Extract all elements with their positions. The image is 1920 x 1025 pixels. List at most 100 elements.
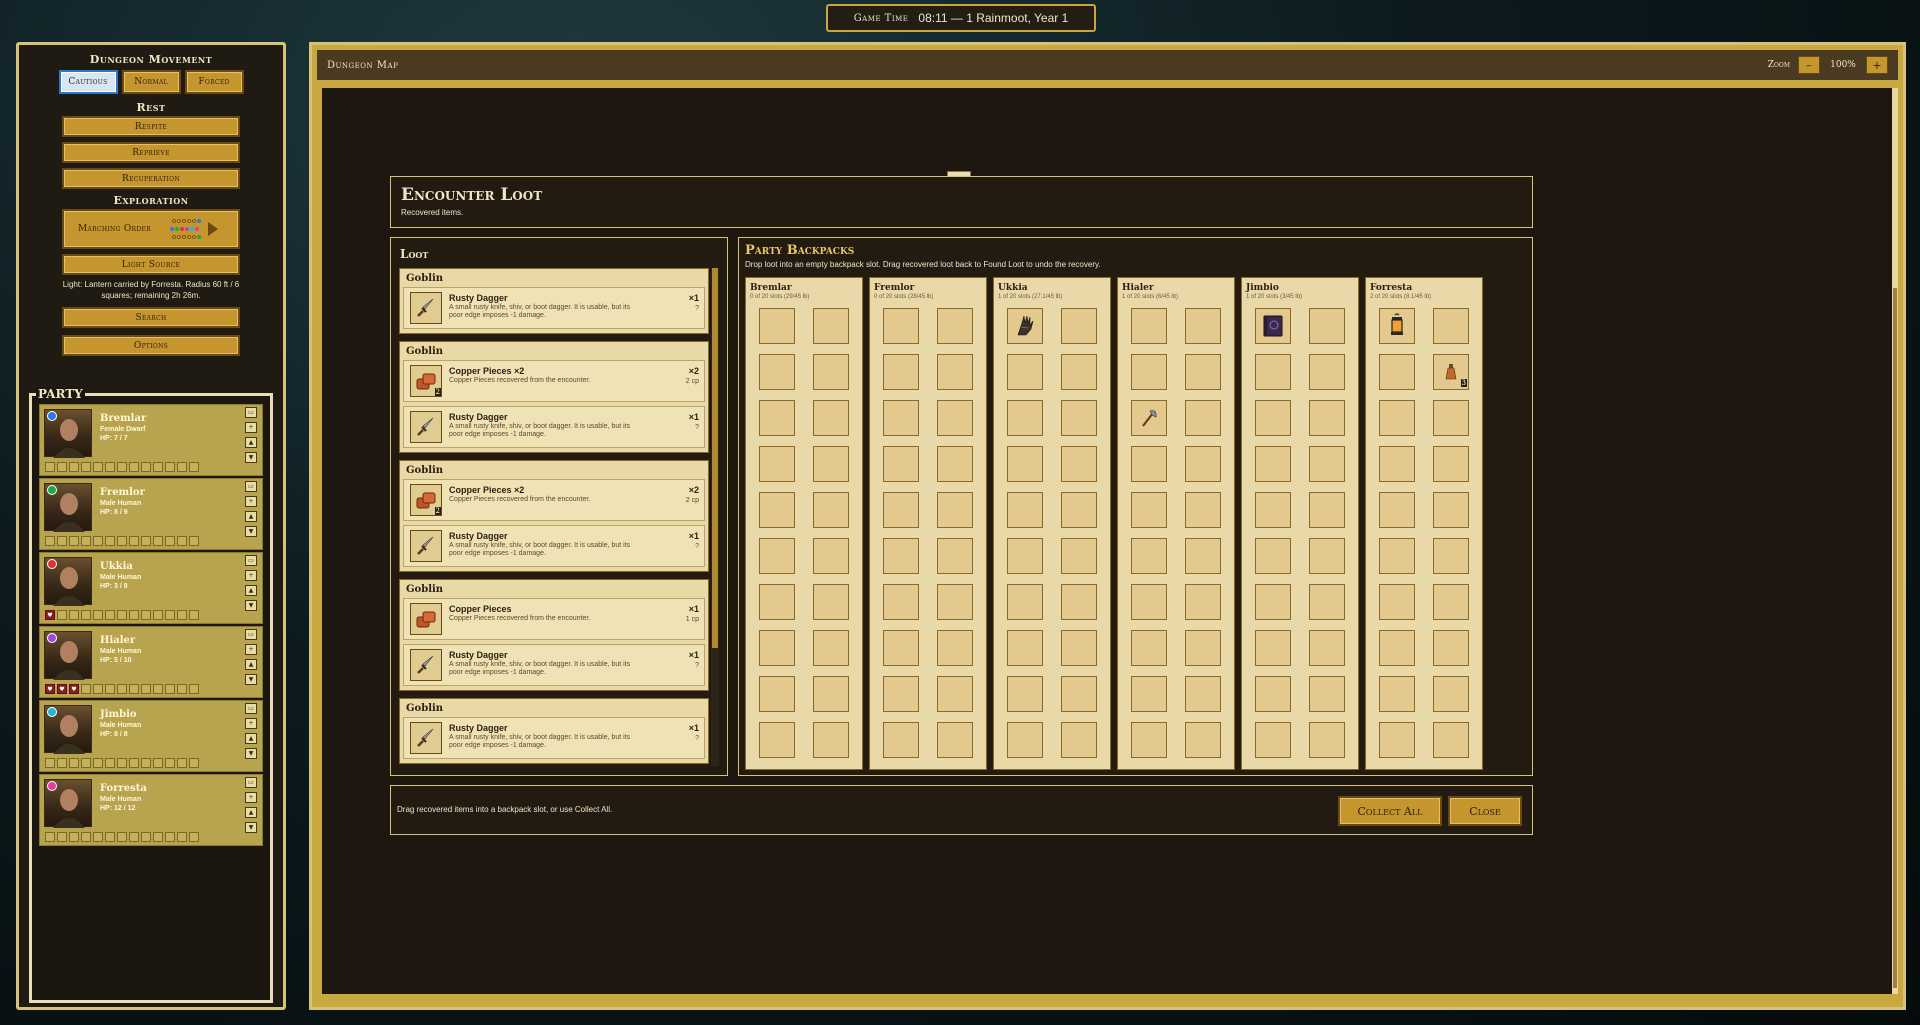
status-slot[interactable] [69,610,79,620]
status-slot[interactable] [117,536,127,546]
backpack-slot[interactable] [1185,354,1221,390]
backpack-slot[interactable] [759,630,795,666]
sheet-icon[interactable]: ▭ [245,555,257,566]
backpack-slot[interactable] [937,584,973,620]
status-slot[interactable] [189,536,199,546]
backpack-slot[interactable] [759,354,795,390]
status-slot[interactable] [93,610,103,620]
status-slot[interactable] [69,832,79,842]
backpack-slot[interactable] [1007,584,1043,620]
backpack-slot[interactable] [883,308,919,344]
backpack-slot[interactable] [883,722,919,758]
status-slot[interactable] [93,758,103,768]
status-slot[interactable] [105,610,115,620]
status-slot[interactable] [177,462,187,472]
status-effect-icon[interactable]: ♥ [69,684,79,694]
plus-icon[interactable]: + [245,422,257,433]
move-up-icon[interactable]: ▲ [245,511,257,522]
status-slot[interactable] [117,610,127,620]
status-slot[interactable] [177,684,187,694]
status-slot[interactable] [129,610,139,620]
loot-scrollbar[interactable] [711,268,719,766]
backpack-slot[interactable] [813,722,849,758]
status-slot[interactable] [57,832,67,842]
backpack-item[interactable]: 3 [1433,354,1469,390]
status-slot[interactable] [93,684,103,694]
backpack-slot[interactable] [1255,400,1291,436]
backpack-slot[interactable] [1061,308,1097,344]
backpack-slot[interactable] [1131,492,1167,528]
plus-icon[interactable]: + [245,570,257,581]
backpack-item[interactable] [1007,308,1043,344]
status-slot[interactable] [129,462,139,472]
backpack-slot[interactable] [1255,722,1291,758]
loot-item[interactable]: 2 Copper Pieces ×2 Copper Pieces recover… [403,479,705,521]
status-slot[interactable] [141,832,151,842]
status-slot[interactable] [165,610,175,620]
movement-forced-button[interactable]: Forced [184,70,244,94]
plus-icon[interactable]: + [245,496,257,507]
sheet-icon[interactable]: ▭ [245,407,257,418]
status-slot[interactable] [57,610,67,620]
move-up-icon[interactable]: ▲ [245,437,257,448]
status-slot[interactable] [105,684,115,694]
backpack-slot[interactable] [1007,630,1043,666]
backpack-slot[interactable] [1379,722,1415,758]
zoom-in-button[interactable]: + [1866,56,1888,74]
status-slot[interactable] [105,462,115,472]
backpack-slot[interactable] [1061,722,1097,758]
move-up-icon[interactable]: ▲ [245,733,257,744]
backpack-slot[interactable] [1255,676,1291,712]
backpack-slot[interactable] [1131,584,1167,620]
collect-all-button[interactable]: Collect All [1338,796,1442,826]
plus-icon[interactable]: + [245,792,257,803]
status-slot[interactable] [189,462,199,472]
sheet-icon[interactable]: ▭ [245,703,257,714]
loot-item[interactable]: Rusty Dagger A small rusty knife, shiv, … [403,525,705,567]
backpack-slot[interactable] [759,538,795,574]
status-slot[interactable] [189,758,199,768]
movement-cautious-button[interactable]: Cautious [58,70,118,94]
backpack-slot[interactable] [759,722,795,758]
party-member-card[interactable]: Hialer Male Human HP: 5 / 10 ♥ ♥ ♥ ▭ + ▲ ▼ [39,626,263,698]
backpack-slot[interactable] [1309,446,1345,482]
status-slot[interactable] [81,610,91,620]
loot-scrollbar-thumb[interactable] [712,268,718,648]
backpack-slot[interactable] [1131,676,1167,712]
backpack-slot[interactable] [813,354,849,390]
status-slot[interactable] [45,536,55,546]
status-slot[interactable] [189,832,199,842]
sheet-icon[interactable]: ▭ [245,777,257,788]
loot-item[interactable]: Rusty Dagger A small rusty knife, shiv, … [403,644,705,686]
backpack-slot[interactable] [759,676,795,712]
backpack-slot[interactable] [759,584,795,620]
backpack-item[interactable] [1255,308,1291,344]
backpack-slot[interactable] [813,630,849,666]
backpack-slot[interactable] [1061,492,1097,528]
move-down-icon[interactable]: ▼ [245,822,257,833]
backpack-slot[interactable] [759,308,795,344]
backpack-slot[interactable] [1309,584,1345,620]
backpack-slot[interactable] [1309,676,1345,712]
backpack-slot[interactable] [1309,308,1345,344]
backpack-slot[interactable] [1061,354,1097,390]
status-slot[interactable] [153,758,163,768]
status-slot[interactable] [117,684,127,694]
backpack-slot[interactable] [937,676,973,712]
status-slot[interactable] [45,758,55,768]
status-slot[interactable] [105,832,115,842]
status-slot[interactable] [141,684,151,694]
backpack-slot[interactable] [1255,354,1291,390]
party-member-card[interactable]: Jimbio Male Human HP: 8 / 8 ▭ + ▲ ▼ [39,700,263,772]
move-up-icon[interactable]: ▲ [245,807,257,818]
status-slot[interactable] [165,536,175,546]
move-down-icon[interactable]: ▼ [245,748,257,759]
backpack-slot[interactable] [813,676,849,712]
sheet-icon[interactable]: ▭ [245,629,257,640]
status-slot[interactable] [189,684,199,694]
status-slot[interactable] [141,758,151,768]
backpack-slot[interactable] [883,538,919,574]
status-slot[interactable] [69,536,79,546]
backpack-slot[interactable] [1185,722,1221,758]
move-down-icon[interactable]: ▼ [245,452,257,463]
